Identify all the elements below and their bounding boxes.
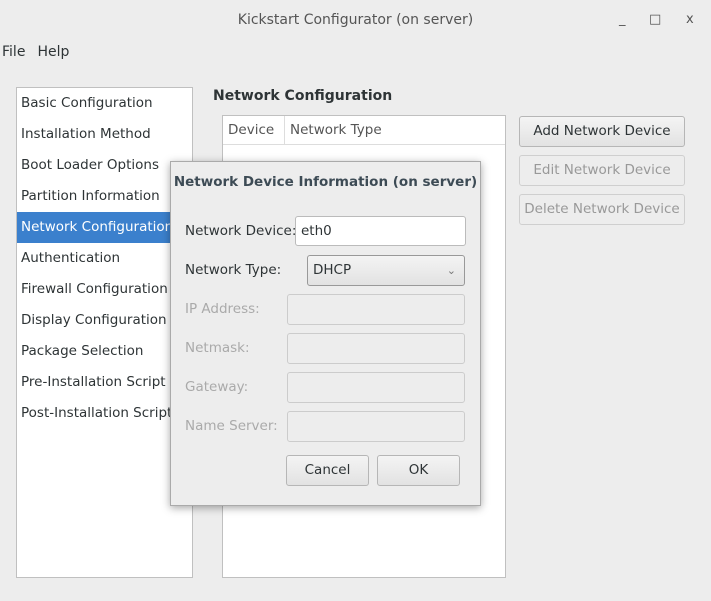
cancel-button[interactable]: Cancel [286,455,369,486]
edit-network-device-button[interactable]: Edit Network Device [519,155,685,186]
netmask-label: Netmask: [185,340,250,356]
sidebar-item-basic-configuration[interactable]: Basic Configuration [17,88,192,119]
menu-bar: File Help [2,44,69,64]
network-type-label: Network Type: [185,262,282,278]
sidebar-item-pre-installation-script[interactable]: Pre-Installation Script [17,367,192,398]
add-network-device-button[interactable]: Add Network Device [519,116,685,147]
name-server-label: Name Server: [185,418,278,434]
ip-address-input[interactable] [287,294,465,325]
sidebar-list: Basic Configuration Installation Method … [16,87,193,578]
sidebar-item-firewall-configuration[interactable]: Firewall Configuration [17,274,192,305]
sidebar-item-post-installation-script[interactable]: Post-Installation Script [17,398,192,429]
delete-network-device-button[interactable]: Delete Network Device [519,194,685,225]
sidebar-item-installation-method[interactable]: Installation Method [17,119,192,150]
network-type-value: DHCP [313,262,352,278]
menu-file[interactable]: File [2,44,25,64]
sidebar-item-authentication[interactable]: Authentication [17,243,192,274]
sidebar-item-boot-loader-options[interactable]: Boot Loader Options [17,150,192,181]
column-network-type[interactable]: Network Type [285,116,387,144]
network-device-dialog: Network Device Information (on server) N… [170,161,481,506]
close-button[interactable]: x [686,12,694,27]
network-device-input[interactable]: eth0 [295,216,466,246]
menu-help[interactable]: Help [37,44,69,64]
maximize-button[interactable]: □ [649,12,661,27]
table-header: Device Network Type [223,116,505,145]
sidebar-item-package-selection[interactable]: Package Selection [17,336,192,367]
netmask-input[interactable] [287,333,465,364]
column-device[interactable]: Device [223,116,285,144]
name-server-input[interactable] [287,411,465,442]
gateway-label: Gateway: [185,379,249,395]
chevron-down-icon: ⌄ [446,264,456,277]
sidebar-item-partition-information[interactable]: Partition Information [17,181,192,212]
gateway-input[interactable] [287,372,465,403]
ip-address-label: IP Address: [185,301,260,317]
network-type-select[interactable]: DHCP ⌄ [307,255,465,286]
minimize-button[interactable]: _ [619,12,626,27]
network-device-label: Network Device: [185,223,297,239]
sidebar-item-network-configuration[interactable]: Network Configuration [17,212,192,243]
sidebar-item-display-configuration[interactable]: Display Configuration [17,305,192,336]
section-heading: Network Configuration [213,88,393,104]
window-title: Kickstart Configurator (on server) [237,12,474,28]
dialog-title: Network Device Information (on server) [173,174,478,190]
ok-button[interactable]: OK [377,455,460,486]
